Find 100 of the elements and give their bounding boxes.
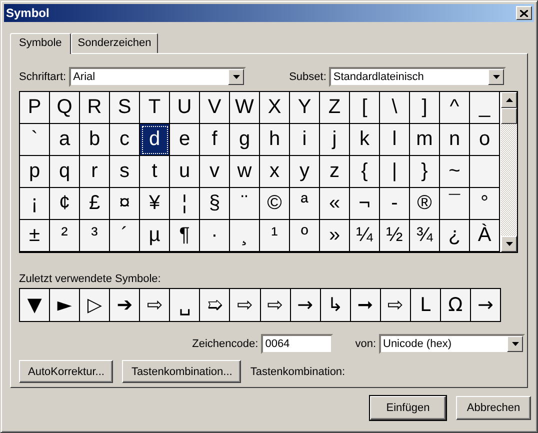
symbol-cell[interactable]: h bbox=[260, 124, 290, 156]
symbol-cell[interactable]: ª bbox=[290, 188, 320, 220]
symbol-cell[interactable]: j bbox=[320, 124, 350, 156]
symbol-cell[interactable]: q bbox=[50, 156, 80, 188]
symbol-cell[interactable]: W bbox=[230, 92, 260, 124]
symbol-cell[interactable]: n bbox=[440, 124, 470, 156]
symbol-cell[interactable]: À bbox=[470, 220, 500, 252]
symbol-cell[interactable]: f bbox=[200, 124, 230, 156]
symbol-cell[interactable]: ¦ bbox=[170, 188, 200, 220]
symbol-cell[interactable]: ¸ bbox=[230, 220, 260, 252]
symbol-cell[interactable]: ¿ bbox=[440, 220, 470, 252]
symbol-cell[interactable]: X bbox=[260, 92, 290, 124]
button[interactable]: Einfügen bbox=[370, 396, 446, 420]
symbol-cell[interactable]: k bbox=[350, 124, 380, 156]
symbol-cell[interactable]: V bbox=[200, 92, 230, 124]
symbol-cell[interactable]: Q bbox=[50, 92, 80, 124]
symbol-cell[interactable]: d bbox=[140, 124, 170, 156]
symbol-cell[interactable]: R bbox=[80, 92, 110, 124]
symbol-cell[interactable]: ¨ bbox=[230, 188, 260, 220]
symbol-cell[interactable]: y bbox=[290, 156, 320, 188]
symbol-cell[interactable]: c bbox=[110, 124, 140, 156]
symbol-cell[interactable]: { bbox=[350, 156, 380, 188]
button[interactable]: AutoKorrektur... bbox=[19, 360, 114, 383]
dropdown[interactable]: Standardlateinisch bbox=[329, 66, 506, 86]
symbol-cell[interactable]: ´ bbox=[110, 220, 140, 252]
symbol-cell[interactable]: ² bbox=[50, 220, 80, 252]
caret-icon bbox=[232, 74, 240, 78]
dropdown[interactable]: Arial bbox=[69, 66, 246, 86]
symbol-cell[interactable]: ° bbox=[470, 188, 500, 220]
caret-icon bbox=[506, 242, 512, 246]
symbol-cell[interactable]: « bbox=[320, 188, 350, 220]
symbol-cell[interactable]: £ bbox=[80, 188, 110, 220]
symbol-cell[interactable]: m bbox=[410, 124, 440, 156]
symbol-cell[interactable] bbox=[470, 156, 500, 188]
button[interactable]: Tastenkombination... bbox=[122, 360, 242, 383]
symbol-cell[interactable]: \ bbox=[380, 92, 410, 124]
caret-icon bbox=[492, 74, 500, 78]
symbol-cell[interactable]: Z bbox=[320, 92, 350, 124]
symbol-cell[interactable]: ¯ bbox=[440, 188, 470, 220]
symbol-cell[interactable]: ¤ bbox=[110, 188, 140, 220]
symbol-cell[interactable]: w bbox=[230, 156, 260, 188]
symbol-cell[interactable]: » bbox=[320, 220, 350, 252]
symbol-cell[interactable]: ] bbox=[410, 92, 440, 124]
scroll-up-button[interactable] bbox=[501, 92, 517, 108]
window-title: Symbol bbox=[6, 6, 50, 20]
symbol-cell[interactable]: ³ bbox=[80, 220, 110, 252]
symbol-cell[interactable]: U bbox=[170, 92, 200, 124]
symbol-cell[interactable]: b bbox=[80, 124, 110, 156]
symbol-cell[interactable]: © bbox=[260, 188, 290, 220]
symbol-cell[interactable]: } bbox=[410, 156, 440, 188]
symbol-cell[interactable]: µ bbox=[140, 220, 170, 252]
symbol-cell[interactable]: i bbox=[290, 124, 320, 156]
symbol-cell[interactable]: a bbox=[50, 124, 80, 156]
symbol-cell[interactable]: o bbox=[470, 124, 500, 156]
symbol-cell[interactable]: ¥ bbox=[140, 188, 170, 220]
scrollbar[interactable] bbox=[501, 92, 517, 252]
symbol-cell[interactable]: ® bbox=[410, 188, 440, 220]
button[interactable]: Abbrechen bbox=[456, 396, 531, 420]
symbol-cell[interactable]: l bbox=[380, 124, 410, 156]
symbol-cell[interactable]: v bbox=[200, 156, 230, 188]
symbol-cell[interactable]: g bbox=[230, 124, 260, 156]
symbol-cell[interactable]: S bbox=[110, 92, 140, 124]
symbol-cell[interactable]: º bbox=[290, 220, 320, 252]
symbol-cell[interactable]: ¢ bbox=[50, 188, 80, 220]
symbol-cell[interactable]: _ bbox=[470, 92, 500, 124]
symbol-cell[interactable]: | bbox=[380, 156, 410, 188]
symbol-cell[interactable]: ~ bbox=[440, 156, 470, 188]
symbol-cell[interactable]: T bbox=[140, 92, 170, 124]
symbol-cell[interactable]: ½ bbox=[380, 220, 410, 252]
symbol-cell[interactable]: ` bbox=[20, 124, 50, 156]
symbol-cell[interactable]: ¬ bbox=[350, 188, 380, 220]
symbol-cell[interactable]: ¹ bbox=[260, 220, 290, 252]
tab[interactable]: Sonderzeichen bbox=[70, 33, 158, 53]
symbol-cell[interactable]: p bbox=[20, 156, 50, 188]
close-icon bbox=[520, 10, 528, 16]
symbol-cell[interactable]: ¾ bbox=[410, 220, 440, 252]
symbol-cell[interactable]: e bbox=[170, 124, 200, 156]
close-button[interactable] bbox=[516, 6, 532, 20]
symbol-cell[interactable]: [ bbox=[350, 92, 380, 124]
tab[interactable]: Symbole bbox=[10, 33, 71, 54]
symbol-cell[interactable]: ¡ bbox=[20, 188, 50, 220]
symbol-cell[interactable]: z bbox=[320, 156, 350, 188]
symbol-cell[interactable]: s bbox=[110, 156, 140, 188]
symbol-cell[interactable]: ¼ bbox=[350, 220, 380, 252]
symbol-cell[interactable]: Y bbox=[290, 92, 320, 124]
symbol-cell[interactable]: u bbox=[170, 156, 200, 188]
symbol-cell[interactable]: ^ bbox=[440, 92, 470, 124]
symbol-cell[interactable]: ¶ bbox=[170, 220, 200, 252]
symbol-cell[interactable]: · bbox=[200, 220, 230, 252]
scroll-thumb[interactable] bbox=[501, 108, 517, 124]
symbol-cell[interactable]: x bbox=[260, 156, 290, 188]
scroll-down-button[interactable] bbox=[501, 236, 517, 252]
symbol-cell[interactable]: ± bbox=[20, 220, 50, 252]
symbol-cell[interactable]: § bbox=[200, 188, 230, 220]
symbol-cell[interactable]: r bbox=[80, 156, 110, 188]
symbol-cell[interactable]: t bbox=[140, 156, 170, 188]
char-code-field[interactable]: 0064 bbox=[261, 334, 334, 354]
symbol-cell[interactable]: - bbox=[380, 188, 410, 220]
dropdown[interactable]: Unicode (hex) bbox=[379, 334, 525, 354]
symbol-cell[interactable]: P bbox=[20, 92, 50, 124]
